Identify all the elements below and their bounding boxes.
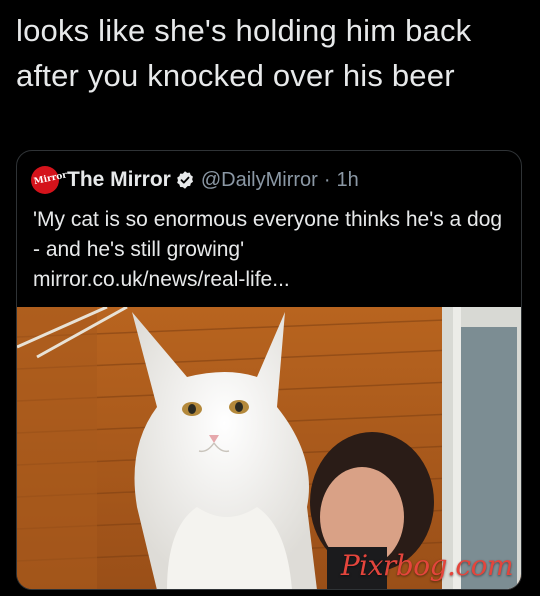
quoted-tweet-card[interactable]: Mirror The Mirror @DailyMirror · 1h 'My … (16, 150, 522, 590)
separator-dot: · (323, 168, 331, 191)
watermark: Pixrbog.com (340, 549, 514, 582)
avatar-text: Mirror (33, 169, 69, 187)
quoted-tweet-header: Mirror The Mirror @DailyMirror · 1h (31, 165, 359, 195)
quoted-tweet-body: 'My cat is so enormous everyone thinks h… (33, 205, 513, 295)
timestamp[interactable]: 1h (336, 169, 358, 192)
article-link[interactable]: mirror.co.uk/news/real-life... (33, 265, 513, 295)
handle[interactable]: @DailyMirror (201, 169, 318, 192)
quoted-tweet-text: 'My cat is so enormous everyone thinks h… (33, 208, 503, 261)
verified-badge-icon (177, 171, 193, 189)
display-name[interactable]: The Mirror (67, 168, 171, 192)
tweet-media-image[interactable]: Pixrbog.com (17, 307, 521, 589)
cat-photo-illustration (17, 307, 521, 589)
tweet-text: looks like she's holding him back after … (16, 13, 472, 93)
avatar[interactable]: Mirror (31, 166, 69, 194)
